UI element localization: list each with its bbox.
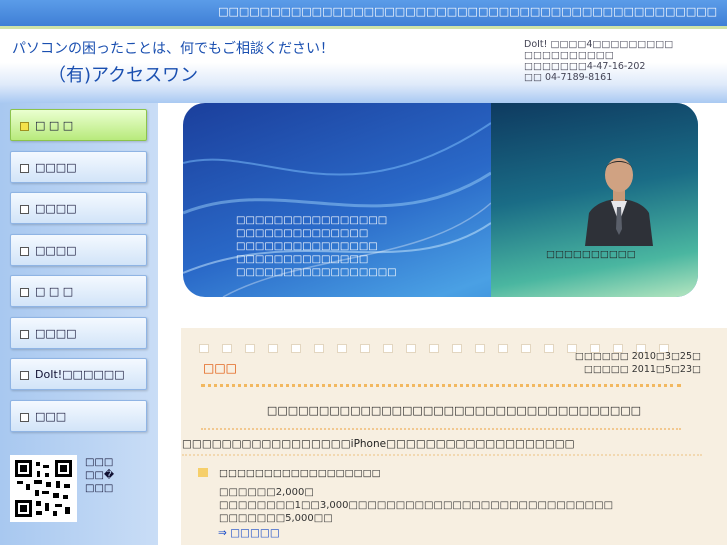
sidebar-item-5[interactable]: □ □ □	[10, 275, 147, 307]
price-line: □□□□□□□□1□□3,000□□□□□□□□□□□□□□□□□□□□□□□□…	[219, 500, 614, 511]
sidebar-item-label: □□□	[35, 410, 67, 423]
price-list: □□□□□□2,000□ □□□□□□□□1□□3,000□□□□□□□□□□□…	[219, 486, 613, 525]
divider	[201, 384, 681, 388]
sidebar-item-label: □□□□	[35, 161, 77, 174]
divider	[182, 454, 702, 457]
checkbox-icon	[20, 122, 29, 131]
qr-code-icon	[15, 460, 72, 517]
contact-line-3: □□□□□□□4-47-16-202	[524, 61, 646, 72]
banner-line: □□□□□□□□□□□□□□	[236, 254, 369, 265]
price-line: □□□□□□2,000□	[219, 487, 314, 498]
checkbox-icon	[20, 330, 29, 339]
updated-date: □□□□□ 2011□5□23□	[583, 364, 701, 375]
top-notice-text: □□□□□□□□□□□□□□□□□□□□□□□□□□□□□□□□□□□□□□□□…	[218, 5, 717, 18]
sidebar-item-label: □□□□	[35, 202, 77, 215]
sidebar-item-home[interactable]: □ □ □	[10, 109, 147, 141]
qr-caption: □□□ □□� □□□	[85, 456, 114, 495]
banner-message: □□□□□□□□□□□□□□□□ □□□□□□□□□□□□□□ □□□□□□□□…	[236, 214, 397, 279]
more-link[interactable]: ⇒ □□□□□	[218, 527, 280, 539]
qr-caption-line: □□□	[85, 483, 114, 494]
sidebar-item-label: □□□□	[35, 327, 77, 340]
content-heading: □□□□□□□□□□□□□□□□□□□□□□□□□□□□□□□□□□□□	[266, 404, 642, 417]
divider	[201, 428, 681, 431]
service-title: □□□□□□□□□□□□□□□□□□	[219, 468, 381, 479]
banner-line: □□□□□□□□□□□□□□□	[236, 241, 378, 252]
qr-caption-line: □□�	[85, 470, 115, 481]
notebook-holes	[199, 338, 699, 353]
checkbox-icon	[20, 164, 29, 173]
contact-line-1: DoIt! □□□□4□□□□□□□□□	[524, 39, 674, 50]
banner-line: □□□□□□□□□□□□□□□□	[236, 215, 388, 226]
price-line: □□□□□□□5,000□□	[219, 513, 333, 524]
banner-line: □□□□□□□□□□□□□□	[236, 228, 369, 239]
checkbox-icon	[20, 413, 29, 422]
sidebar-item-4[interactable]: □□□□	[10, 234, 147, 266]
checkbox-icon	[20, 205, 29, 214]
checkbox-icon	[20, 247, 29, 256]
person-photo	[585, 158, 653, 246]
sidebar-item-doit[interactable]: DoIt!□□□□□□	[10, 358, 147, 390]
section-title: □□□	[203, 361, 238, 375]
contact-info: DoIt! □□□□4□□□□□□□□□ □□□□□□□□□□ □□□□□□□4…	[524, 39, 673, 83]
news-panel: □□□ □□□□□□ 2010□3□25□ □□□□□ 2011□5□23□ □…	[181, 328, 727, 545]
sidebar-item-label: □□□□	[35, 244, 77, 257]
sidebar-item-3[interactable]: □□□□	[10, 192, 147, 224]
banner-line: □□□□□□□□□□□□□□□□□	[236, 267, 397, 278]
sidebar-item-8[interactable]: □□□	[10, 400, 147, 432]
company-logo[interactable]: （有)アクセスワン	[48, 61, 198, 87]
qr-caption-line: □□□	[85, 457, 114, 468]
site-header: パソコンの困ったことは、何でもご相談ください！ （有)アクセスワン DoIt! …	[0, 29, 727, 103]
top-notice-bar: □□□□□□□□□□□□□□□□□□□□□□□□□□□□□□□□□□□□□□□□…	[0, 0, 727, 26]
sidebar-item-label: □ □ □	[35, 119, 74, 132]
sidebar-item-label: DoIt!□□□□□□	[35, 368, 125, 381]
tagline: パソコンの困ったことは、何でもご相談ください！	[12, 41, 334, 57]
qr-code	[10, 455, 77, 522]
sidebar-item-6[interactable]: □□□□	[10, 317, 147, 349]
contact-line-2: □□□□□□□□□□	[524, 50, 614, 61]
intro-text: □□□□□□□□□□□□□□□□□iPhone□□□□□□□□□□□□□□□□□…	[182, 438, 575, 450]
sidebar: □ □ □ □□□□ □□□□ □□□□ □ □ □ □□□□ DoIt!□□□…	[0, 103, 158, 545]
sidebar-item-label: □ □ □	[35, 285, 74, 298]
hero-banner: □□□□□□□□□□□□□□□□ □□□□□□□□□□□□□□ □□□□□□□□…	[183, 103, 698, 297]
banner-photo-panel: □□□□□□□□□□	[491, 103, 698, 297]
sidebar-item-2[interactable]: □□□□	[10, 151, 147, 183]
contact-phone: □□ 04-7189-8161	[524, 72, 613, 83]
created-date: □□□□□□ 2010□3□25□	[574, 351, 701, 362]
checkbox-icon	[20, 288, 29, 297]
bullet-icon	[198, 468, 208, 477]
photo-caption: □□□□□□□□□□	[546, 249, 636, 260]
date-info: □□□□□□ 2010□3□25□ □□□□□ 2011□5□23□	[575, 350, 701, 376]
checkbox-icon	[20, 371, 29, 380]
